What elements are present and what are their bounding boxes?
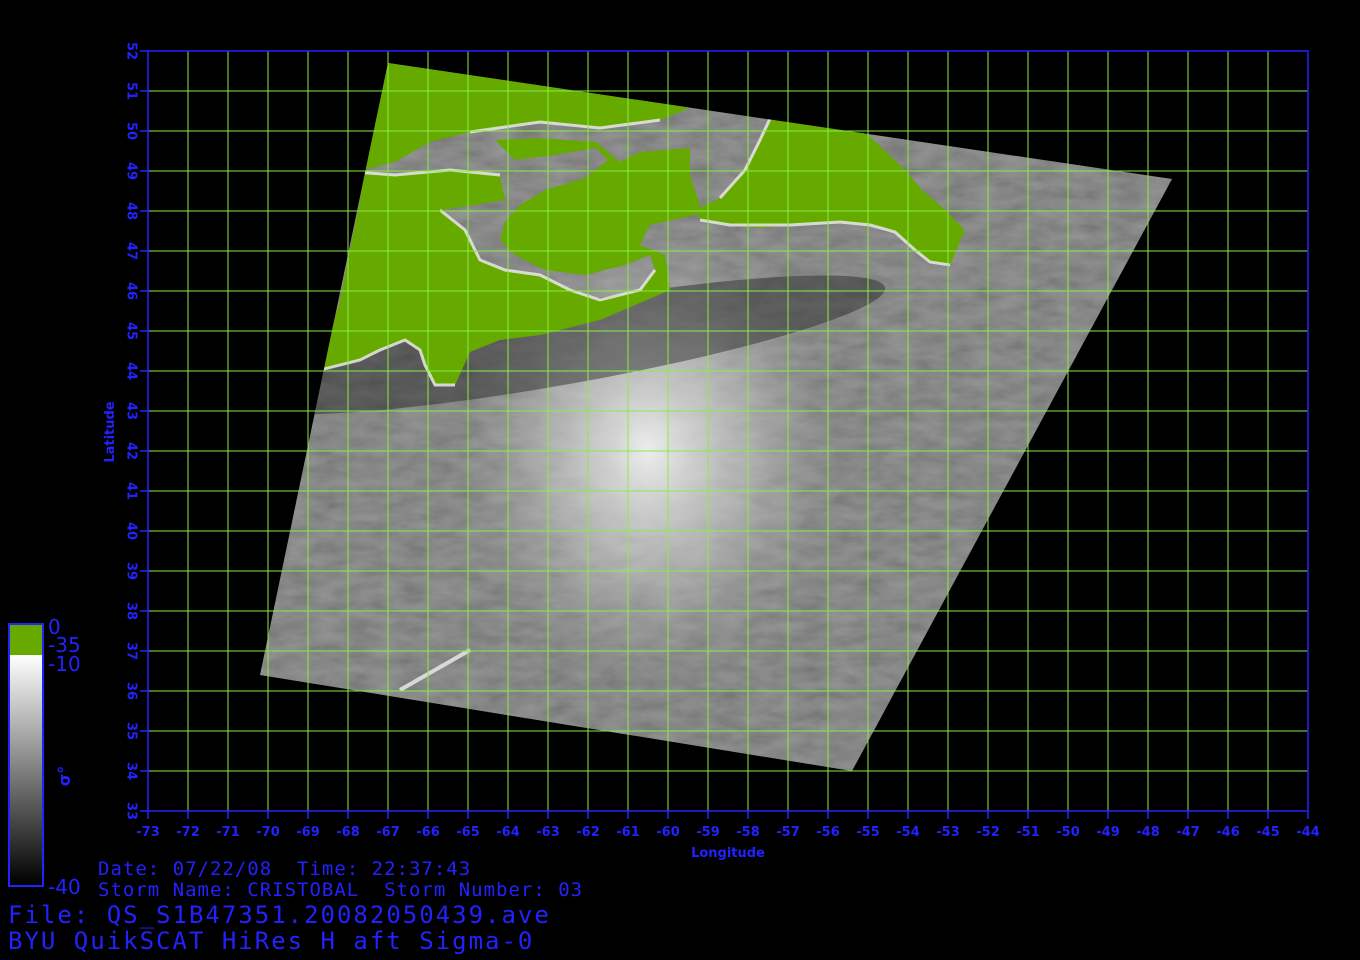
y-tick-label-19: 52 (124, 42, 139, 60)
x-tick-label-29: -44 (1296, 825, 1320, 840)
x-tick-label-5: -68 (336, 825, 360, 840)
x-tick-label-24: -49 (1096, 825, 1120, 840)
x-tick-label-6: -67 (376, 825, 400, 840)
y-tick-label-13: 46 (124, 282, 139, 300)
x-tick-label-4: -69 (296, 825, 320, 840)
y-tick-label-6: 39 (124, 562, 139, 580)
y-tick-label-8: 41 (124, 482, 139, 500)
y-tick-label-14: 47 (124, 242, 139, 260)
y-tick-label-3: 36 (124, 682, 139, 700)
product-title-line: BYU QuikSCAT HiRes H aft Sigma-0 (8, 927, 535, 955)
y-tick-label-15: 48 (124, 202, 139, 220)
x-tick-label-13: -60 (656, 825, 680, 840)
x-tick-label-11: -62 (576, 825, 600, 840)
x-tick-label-14: -59 (696, 825, 720, 840)
storm-info-line: Storm Name: CRISTOBAL Storm Number: 03 (98, 879, 584, 901)
colorbar-symbol: σ° (55, 766, 74, 786)
x-tick-label-27: -46 (1216, 825, 1240, 840)
colorbar-land-segment (10, 625, 42, 655)
latitude-ticks: 33 34 35 36 37 38 39 40 41 42 43 44 45 46 47 48 49 50 51 52 (124, 42, 148, 820)
x-tick-label-22: -51 (1016, 825, 1040, 840)
y-tick-label-0: 33 (124, 802, 139, 820)
y-tick-label-16: 49 (124, 162, 139, 180)
x-tick-label-3: -70 (256, 825, 280, 840)
x-tick-label-12: -61 (616, 825, 640, 840)
x-tick-label-28: -45 (1256, 825, 1280, 840)
x-tick-label-9: -64 (496, 825, 520, 840)
y-tick-label-11: 44 (124, 362, 139, 380)
y-tick-label-5: 38 (124, 602, 139, 620)
x-axis-label: Longitude (691, 846, 765, 861)
file-name-line: File: QS_S1B47351.20082050439.ave (8, 901, 551, 929)
x-tick-label-23: -50 (1056, 825, 1080, 840)
y-axis-label: Latitude (103, 401, 118, 463)
x-tick-label-16: -57 (776, 825, 800, 840)
y-tick-label-7: 40 (124, 522, 139, 540)
colorbar-label-40: -40 (48, 875, 81, 899)
scatterometer-map: -73 -72 -71 -70 -69 -68 -67 -66 -65 -64 -63 -62 -61 -… (8, 42, 1320, 899)
longitude-ticks: -73 -72 -71 -70 -69 -68 -67 -66 -65 -64 -63 -62 -61 -… (136, 811, 1320, 840)
date-time-line: Date: 07/22/08 Time: 22:37:43 (98, 858, 472, 880)
y-tick-label-9: 42 (124, 442, 139, 460)
y-tick-label-10: 43 (124, 402, 139, 420)
x-tick-label-7: -66 (416, 825, 440, 840)
x-tick-label-20: -53 (936, 825, 960, 840)
x-tick-label-25: -48 (1136, 825, 1160, 840)
y-tick-label-2: 35 (124, 722, 139, 740)
colorbar: 0 -35 -10 -40 σ° (8, 615, 81, 899)
x-tick-label-8: -65 (456, 825, 480, 840)
swath-imagery (260, 63, 1172, 771)
x-tick-label-15: -58 (736, 825, 760, 840)
x-tick-label-1: -72 (176, 825, 200, 840)
x-tick-label-26: -47 (1176, 825, 1200, 840)
x-tick-label-21: -52 (976, 825, 1000, 840)
x-tick-label-10: -63 (536, 825, 560, 840)
colorbar-label-10: -10 (48, 652, 81, 676)
y-tick-label-12: 45 (124, 322, 139, 340)
y-tick-label-18: 51 (124, 82, 139, 100)
x-tick-label-2: -71 (216, 825, 240, 840)
x-tick-label-0: -73 (136, 825, 160, 840)
y-tick-label-4: 37 (124, 642, 139, 660)
y-tick-label-1: 34 (124, 762, 139, 780)
y-tick-label-17: 50 (124, 122, 139, 140)
colorbar-sigma0-segment (10, 655, 42, 885)
x-tick-label-17: -56 (816, 825, 840, 840)
x-tick-label-18: -55 (856, 825, 880, 840)
x-tick-label-19: -54 (896, 825, 920, 840)
